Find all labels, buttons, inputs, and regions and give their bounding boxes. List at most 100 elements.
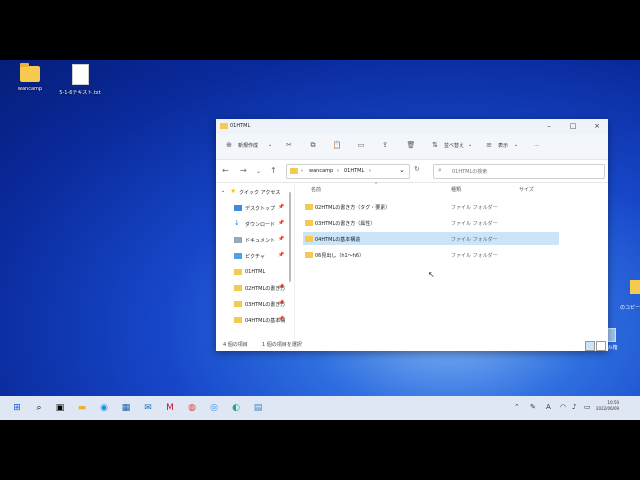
file-row[interactable]: 06見出し（h1〜h6） ファイル フォルダー <box>303 248 559 261</box>
folder-icon <box>234 285 242 291</box>
chevron-down-icon[interactable]: ⌄ <box>256 168 261 175</box>
chevron-down-icon: ⌄ <box>221 188 226 194</box>
folder-icon[interactable] <box>630 280 640 294</box>
breadcrumb-01html[interactable]: 01HTML <box>344 168 364 174</box>
file-row-selected[interactable]: 04HTMLの基本構造 ファイル フォルダー <box>303 232 559 245</box>
cut-icon[interactable]: ✂ <box>284 140 294 150</box>
windows-start-icon[interactable]: ⊞ <box>10 401 24 415</box>
nav-item-downloads[interactable]: ↓ ダウンロード 📌 <box>216 216 288 232</box>
chevron-right-icon: › <box>337 168 339 174</box>
up-icon[interactable]: ↑ <box>270 166 277 175</box>
column-type[interactable]: 種類 <box>451 186 461 193</box>
copy-icon[interactable]: ⧉ <box>308 140 318 150</box>
search-icon[interactable]: ⌕ <box>32 401 46 415</box>
pin-icon: 📌 <box>278 236 285 242</box>
paste-icon[interactable]: 📋 <box>332 140 342 150</box>
chevron-down-icon[interactable]: ⌄ <box>399 166 405 174</box>
pin-icon: 📌 <box>278 284 285 290</box>
nav-item-03html[interactable]: 03HTMLの書き方 📌 <box>216 296 288 312</box>
navigation-pane: ⌄ ★ クイック アクセス デスクトップ 📌 ↓ ダウンロード 📌 ドキュメント <box>216 182 295 338</box>
file-type: ファイル フォルダー <box>451 253 498 259</box>
nav-quick-access-label: クイック アクセス <box>239 190 281 196</box>
column-size[interactable]: サイズ <box>519 186 534 193</box>
view-icon[interactable]: ≡ <box>484 140 494 150</box>
nav-quick-access[interactable]: ⌄ ★ クイック アクセス <box>216 184 288 200</box>
chevron-right-icon: › <box>369 168 371 174</box>
delete-icon[interactable]: 🗑 <box>406 140 416 150</box>
pin-icon: 📌 <box>278 300 285 306</box>
taskbar: ⊞ ⌕ ▣ ▬ ◉ ▦ ✉ M ◍ ◎ ◐ ▤ ⌃ ✎ A ◠ ♪ ▭ 10:5… <box>0 396 640 420</box>
ime-icon[interactable]: A <box>546 403 551 411</box>
share-icon[interactable]: ⇪ <box>380 140 390 150</box>
nav-item-desktop[interactable]: デスクトップ 📌 <box>216 200 288 216</box>
folder-icon <box>220 123 228 129</box>
file-row[interactable]: 03HTMLの書き方（属性） ファイル フォルダー <box>303 216 559 229</box>
rename-icon[interactable]: ▭ <box>356 140 366 150</box>
view-button[interactable]: 表示 <box>498 142 508 149</box>
file-row[interactable]: 02HTMLの書き方（タグ・要素） ファイル フォルダー <box>303 200 559 213</box>
desktop-file-text[interactable]: 5-1-6テキスト.txt <box>50 64 110 96</box>
back-icon[interactable]: ← <box>222 166 229 175</box>
sort-button[interactable]: 並べ替え <box>444 142 464 149</box>
desktop: wancamp 5-1-6テキスト.txt のコピー ごみ箱 01HTML – … <box>0 60 640 420</box>
file-type: ファイル フォルダー <box>451 205 498 211</box>
address-bar[interactable]: › wancamp › 01HTML › ⌄ <box>286 164 410 179</box>
desktop-icon <box>234 205 242 211</box>
more-options-button[interactable]: … <box>534 142 539 148</box>
chevron-down-icon: ⌄ <box>514 142 519 148</box>
folder-icon <box>234 301 242 307</box>
chrome-icon[interactable]: ◍ <box>185 401 199 415</box>
chevron-up-icon: ⌃ <box>374 182 379 188</box>
title-bar[interactable]: 01HTML – □ × <box>216 119 608 134</box>
minimize-button[interactable]: – <box>542 121 556 132</box>
nav-item-04html[interactable]: 04HTMLの基本構 📌 <box>216 312 288 328</box>
nav-item-pictures[interactable]: ピクチャ 📌 <box>216 248 288 264</box>
nav-item-documents[interactable]: ドキュメント 📌 <box>216 232 288 248</box>
mcafee-icon[interactable]: M <box>163 401 177 415</box>
item-count: 4 個の項目 <box>223 342 248 348</box>
file-name: 03HTMLの書き方（属性） <box>315 221 376 227</box>
close-button[interactable]: × <box>590 121 604 132</box>
wifi-icon[interactable]: ◠ <box>560 403 566 411</box>
plus-icon[interactable]: ⊕ <box>224 140 234 150</box>
mouse-cursor-icon: ↖ <box>428 270 435 279</box>
nav-item-02html[interactable]: 02HTMLの書き方 📌 <box>216 280 288 296</box>
nav-item-01html[interactable]: 01HTML <box>216 264 288 280</box>
browser-icon[interactable]: ◐ <box>229 401 243 415</box>
address-bar-row: ← → ⌄ ↑ › wancamp › 01HTML › ⌄ ↻ ⌕ 01HTM… <box>216 160 608 183</box>
file-explorer-icon[interactable]: ▬ <box>75 401 89 415</box>
download-icon: ↓ <box>234 219 240 227</box>
new-button[interactable]: 新規作成 <box>238 142 258 149</box>
maximize-button[interactable]: □ <box>566 121 580 132</box>
nav-scrollbar[interactable] <box>289 192 291 282</box>
breadcrumb-wancamp[interactable]: wancamp <box>309 168 333 174</box>
file-type: ファイル フォルダー <box>451 221 498 227</box>
notepad-icon[interactable]: ▤ <box>251 401 265 415</box>
pen-icon[interactable]: ✎ <box>530 403 536 411</box>
clock[interactable]: 10:50 2022/06/09 <box>596 400 619 412</box>
zoom-icon[interactable]: ◎ <box>207 401 221 415</box>
search-box[interactable]: ⌕ 01HTMLの検索 <box>433 164 605 179</box>
edge-icon[interactable]: ◉ <box>97 401 111 415</box>
speaker-icon[interactable]: ♪ <box>572 403 576 411</box>
details-view-button[interactable] <box>585 341 595 351</box>
column-name[interactable]: 名前 <box>311 186 321 193</box>
folder-icon <box>305 220 313 226</box>
file-type: ファイル フォルダー <box>451 237 498 243</box>
refresh-icon[interactable]: ↻ <box>414 165 420 173</box>
nav-item-label: 01HTML <box>245 269 266 275</box>
document-icon <box>234 237 242 243</box>
pin-icon: 📌 <box>278 252 285 258</box>
store-icon[interactable]: ▦ <box>119 401 133 415</box>
folder-icon <box>234 317 242 323</box>
task-view-icon[interactable]: ▣ <box>53 401 67 415</box>
forward-icon[interactable]: → <box>240 166 247 175</box>
search-placeholder[interactable]: 01HTMLの検索 <box>452 168 487 175</box>
folder-icon <box>234 269 242 275</box>
battery-icon[interactable]: ▭ <box>584 403 591 411</box>
tiles-view-button[interactable] <box>596 341 606 351</box>
sort-icon[interactable]: ⇅ <box>430 140 440 150</box>
mail-icon[interactable]: ✉ <box>141 401 155 415</box>
chevron-up-icon[interactable]: ⌃ <box>514 403 520 411</box>
selection-count: 1 個の項目を選択 <box>262 342 302 348</box>
